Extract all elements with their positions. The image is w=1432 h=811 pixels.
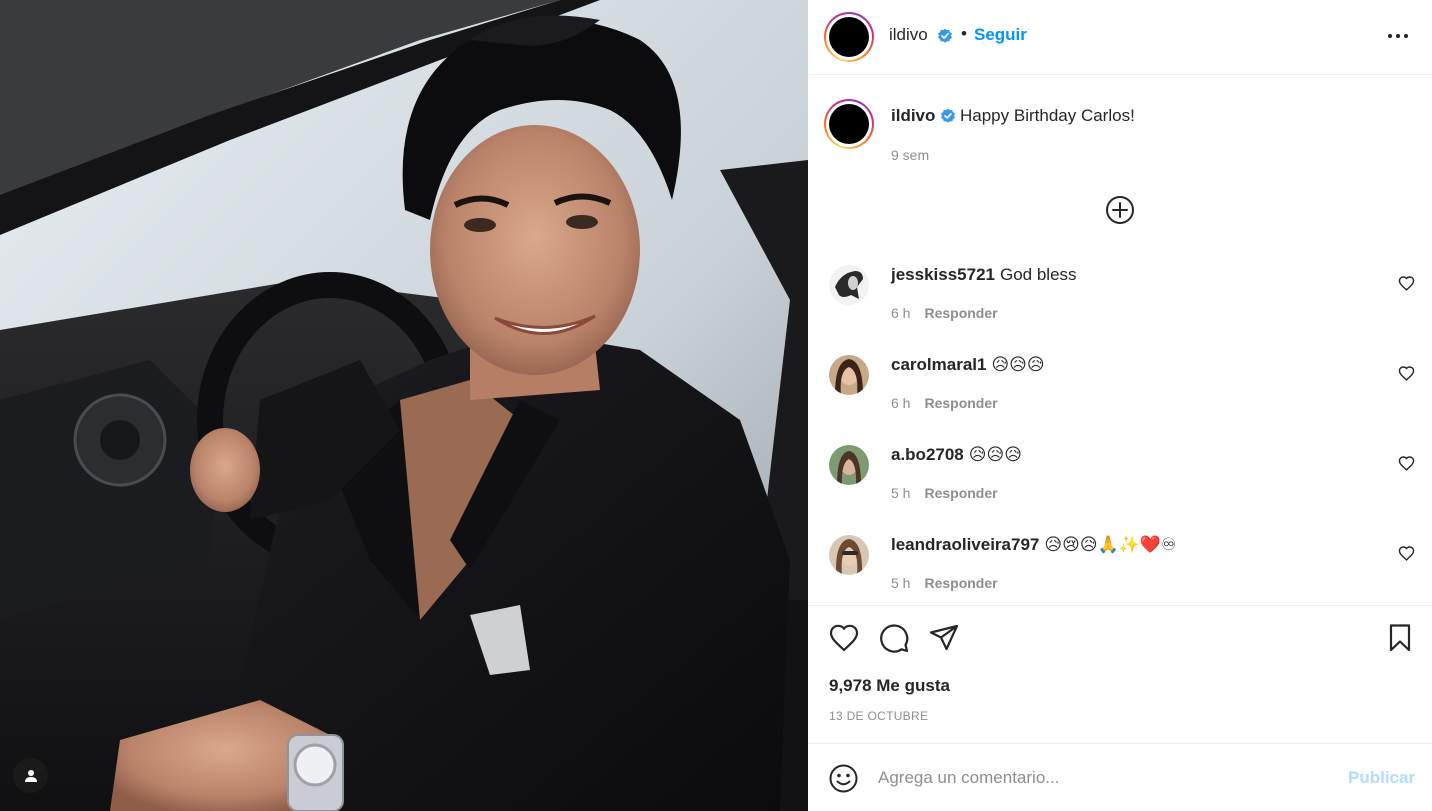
heart-icon[interactable] xyxy=(1398,455,1415,472)
comment-timestamp[interactable]: 5 h xyxy=(891,575,910,591)
comment-author[interactable]: carolmaral1 xyxy=(891,355,986,374)
follow-button[interactable]: Seguir xyxy=(974,25,1027,45)
plus-circle-icon[interactable] xyxy=(1105,195,1135,225)
user-tag-button[interactable] xyxy=(13,758,48,793)
comment-item: carolmaral1 😥😥😥 6 h Responder xyxy=(808,355,1432,435)
comment-username: carolmaral1 😥😥😥 xyxy=(891,355,1045,375)
paper-plane-icon[interactable] xyxy=(928,622,960,654)
comment-meta: 5 h Responder xyxy=(891,485,998,501)
heart-icon[interactable] xyxy=(1398,365,1415,382)
comment-item: leandraoliveira797 😥😢😥🙏✨❤️♾ 5 h Responder xyxy=(808,535,1432,615)
post-actions: 9,978 Me gusta 13 DE OCTUBRE xyxy=(808,605,1432,744)
comment-item: jesskiss5721 God bless 6 h Responder xyxy=(808,265,1432,345)
caption-timestamp[interactable]: 9 sem xyxy=(891,147,929,163)
header-separator: • xyxy=(961,24,967,43)
heart-icon[interactable] xyxy=(828,622,860,654)
comment-username: leandraoliveira797 😥😢😥🙏✨❤️♾ xyxy=(891,535,1176,555)
comment-meta: 6 h Responder xyxy=(891,395,998,411)
author-avatar[interactable] xyxy=(824,12,874,62)
comment-author[interactable]: leandraoliveira797 xyxy=(891,535,1039,554)
add-comment-bar: Publicar xyxy=(808,743,1432,811)
reply-button[interactable]: Responder xyxy=(924,395,997,411)
publish-button[interactable]: Publicar xyxy=(1348,768,1415,788)
more-options-icon[interactable] xyxy=(1384,26,1412,46)
comment-author[interactable]: a.bo2708 xyxy=(891,445,964,464)
caption-username[interactable]: ildivo xyxy=(891,106,935,126)
post-header: ildivo • Seguir xyxy=(808,0,1432,75)
comment-bubble-icon[interactable] xyxy=(878,622,910,654)
post-photo xyxy=(0,0,808,811)
caption-avatar[interactable] xyxy=(824,99,874,149)
user-tag-icon xyxy=(24,769,37,782)
commenter-avatar[interactable] xyxy=(829,445,869,485)
comment-text: 😥😥😥 xyxy=(968,445,1022,465)
heart-icon[interactable] xyxy=(1398,545,1415,562)
comment-author[interactable]: jesskiss5721 xyxy=(891,265,995,284)
comment-timestamp[interactable]: 5 h xyxy=(891,485,910,501)
comment-timestamp[interactable]: 6 h xyxy=(891,305,910,321)
comment-text: 😥😥😥 xyxy=(991,355,1045,375)
commenter-avatar[interactable] xyxy=(829,355,869,395)
verified-badge-icon xyxy=(941,108,955,123)
comment-username: a.bo2708 😥😥😥 xyxy=(891,445,1022,465)
reply-button[interactable]: Responder xyxy=(924,485,997,501)
caption-text: Happy Birthday Carlos! xyxy=(960,106,1135,125)
comment-item: a.bo2708 😥😥😥 5 h Responder xyxy=(808,445,1432,525)
heart-icon[interactable] xyxy=(1398,275,1415,292)
comment-username: jesskiss5721 God bless xyxy=(891,265,1077,285)
comment-text: God bless xyxy=(1000,265,1077,284)
comment-text: 😥😢😥🙏✨❤️♾ xyxy=(1044,535,1177,555)
reply-button[interactable]: Responder xyxy=(924,305,997,321)
verified-badge-icon xyxy=(938,28,952,43)
post-side-panel: ildivo • Seguir ildivo Happy Birthday Ca… xyxy=(808,0,1432,811)
comment-meta: 5 h Responder xyxy=(891,575,998,591)
smiley-icon[interactable] xyxy=(828,763,859,794)
likes-count[interactable]: 9,978 Me gusta xyxy=(829,676,950,696)
comment-timestamp[interactable]: 6 h xyxy=(891,395,910,411)
commenter-avatar[interactable] xyxy=(829,535,869,575)
author-username[interactable]: ildivo xyxy=(889,25,928,45)
commenter-avatar[interactable] xyxy=(829,265,869,305)
post-date[interactable]: 13 DE OCTUBRE xyxy=(829,709,928,723)
comment-meta: 6 h Responder xyxy=(891,305,998,321)
reply-button[interactable]: Responder xyxy=(924,575,997,591)
post-image xyxy=(0,0,808,811)
comment-input[interactable] xyxy=(878,763,1318,793)
bookmark-icon[interactable] xyxy=(1384,622,1416,654)
